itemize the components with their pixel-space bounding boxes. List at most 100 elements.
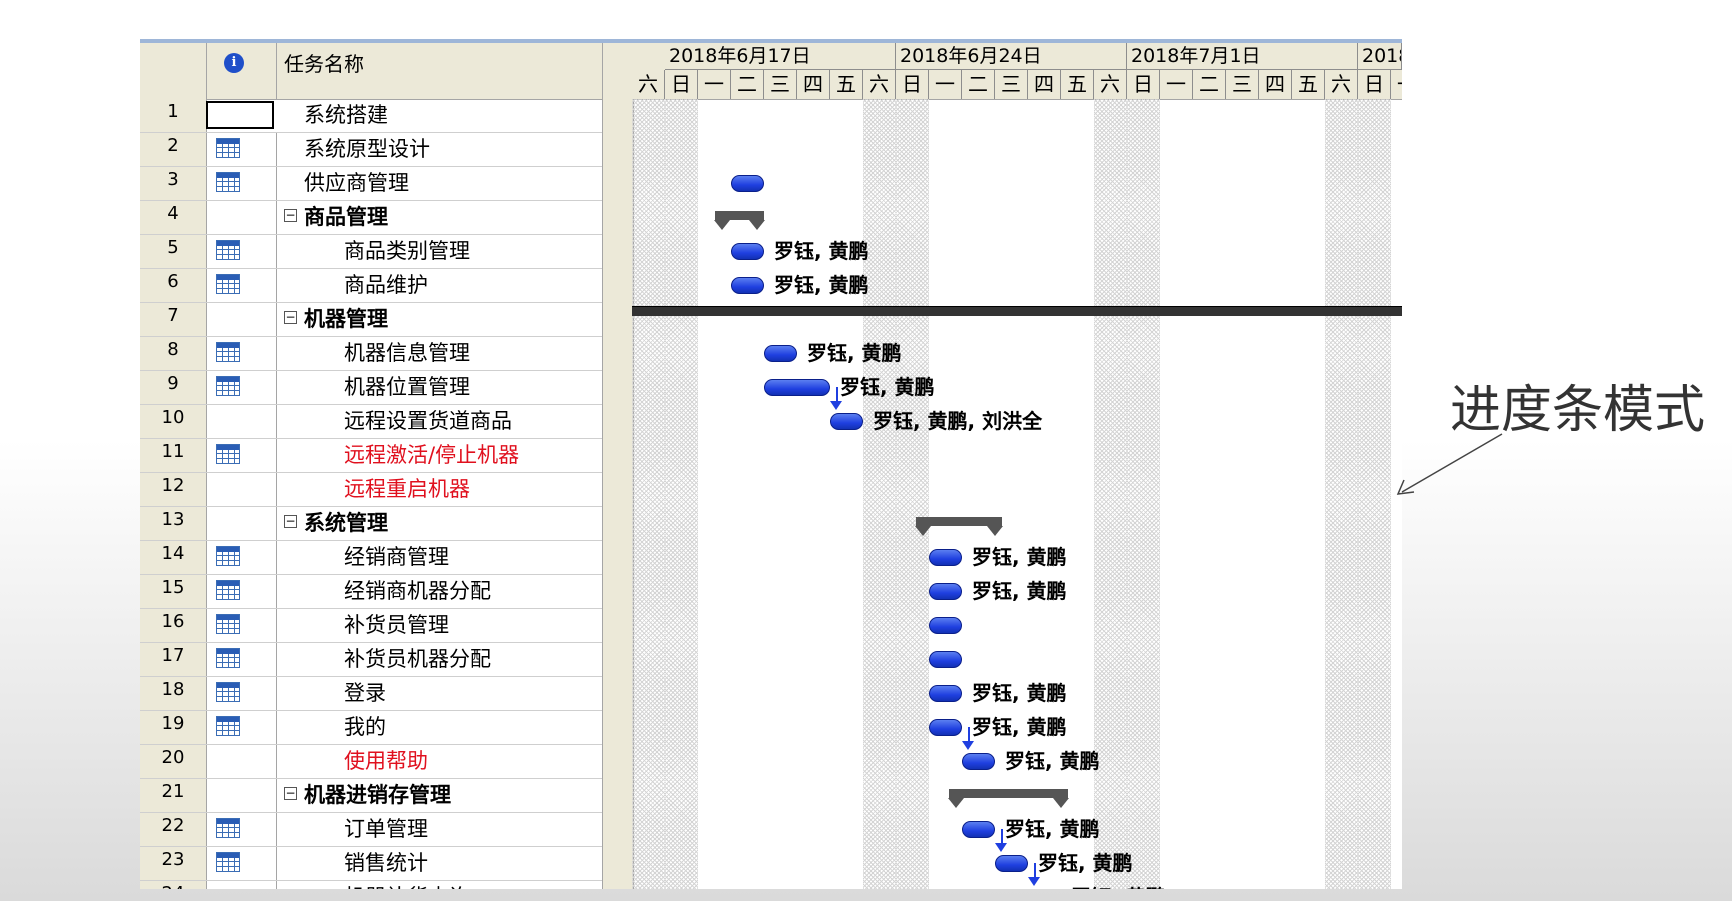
task-bar[interactable] [929,719,962,736]
task-bar[interactable] [962,753,995,770]
row-number[interactable]: 2 [140,133,207,166]
task-name[interactable]: 登录 [344,677,386,710]
indicator-cell[interactable] [206,813,277,846]
task-name-column-header[interactable]: 任务名称 [284,48,364,77]
table-row[interactable]: 19 我的 [140,711,602,745]
indicator-cell[interactable] [206,269,277,302]
task-bar[interactable] [929,549,962,566]
table-row[interactable]: 21 − 机器进销存管理 [140,779,602,813]
indicator-cell[interactable] [206,133,277,166]
table-row[interactable]: 3 供应商管理 [140,167,602,201]
task-name[interactable]: 供应商管理 [304,167,409,200]
indicator-cell[interactable] [206,745,277,778]
indicator-cell[interactable] [206,711,277,744]
task-name[interactable]: 系统搭建 [304,99,388,132]
task-name[interactable]: 机器信息管理 [344,337,470,370]
task-bar[interactable] [764,379,830,396]
row-number[interactable]: 10 [140,405,207,438]
table-row[interactable]: 6 商品维护 [140,269,602,303]
table-row[interactable]: 9 机器位置管理 [140,371,602,405]
table-row[interactable]: 13 − 系统管理 [140,507,602,541]
task-name[interactable]: 我的 [344,711,386,744]
task-name[interactable]: 经销商机器分配 [344,575,491,608]
row-number[interactable]: 9 [140,371,207,404]
indicator-cell[interactable] [206,779,277,812]
row-number[interactable]: 11 [140,439,207,472]
task-bar[interactable] [995,855,1028,872]
row-number[interactable]: 1 [140,99,207,132]
task-name[interactable]: 经销商管理 [344,541,449,574]
table-row[interactable]: 22 订单管理 [140,813,602,847]
task-name[interactable]: 补货员管理 [344,609,449,642]
indicators-column-header[interactable]: i [206,43,277,99]
task-name[interactable]: 商品类别管理 [344,235,470,268]
row-number[interactable]: 18 [140,677,207,710]
table-row[interactable]: 23 销售统计 [140,847,602,881]
indicator-cell[interactable] [206,847,277,880]
task-bar[interactable] [764,345,797,362]
summary-bar[interactable] [914,517,1003,536]
table-row[interactable]: 11 远程激活/停止机器 [140,439,602,473]
table-row[interactable]: 8 机器信息管理 [140,337,602,371]
table-row[interactable]: 17 补货员机器分配 [140,643,602,677]
row-number[interactable]: 8 [140,337,207,370]
task-name[interactable]: 补货员机器分配 [344,643,491,676]
indicator-cell[interactable] [206,609,277,642]
indicator-cell[interactable] [206,541,277,574]
indicator-cell[interactable] [206,337,277,370]
indicator-cell[interactable] [206,473,277,506]
row-number[interactable]: 14 [140,541,207,574]
indicator-cell[interactable] [206,677,277,710]
table-row[interactable]: 4 − 商品管理 [140,201,602,235]
row-number[interactable]: 12 [140,473,207,506]
task-name[interactable]: 使用帮助 [344,745,428,778]
table-row[interactable]: 5 商品类别管理 [140,235,602,269]
table-row[interactable]: 20 使用帮助 [140,745,602,779]
indicator-cell[interactable] [206,575,277,608]
table-row[interactable]: 24 机器补货查询 [140,881,602,889]
task-name[interactable]: 订单管理 [344,813,428,846]
row-number[interactable]: 16 [140,609,207,642]
selected-indicator-cell[interactable] [206,101,274,129]
row-number[interactable]: 4 [140,201,207,234]
collapse-toggle[interactable]: − [284,311,297,324]
indicator-cell[interactable] [206,235,277,268]
task-bar[interactable] [830,413,863,430]
task-name[interactable]: 机器进销存管理 [304,779,451,812]
task-name[interactable]: 机器位置管理 [344,371,470,404]
row-number[interactable]: 19 [140,711,207,744]
table-row[interactable]: 14 经销商管理 [140,541,602,575]
indicator-cell[interactable] [206,405,277,438]
row-number[interactable]: 17 [140,643,207,676]
summary-bar[interactable] [713,211,765,230]
pane-splitter[interactable] [602,43,634,889]
indicator-cell[interactable] [206,507,277,540]
task-name[interactable]: 商品管理 [304,201,388,234]
id-column-header[interactable] [140,43,207,99]
task-name[interactable]: 机器补货查询 [344,881,470,889]
row-number[interactable]: 23 [140,847,207,880]
row-number[interactable]: 15 [140,575,207,608]
indicator-cell[interactable] [206,167,277,200]
collapse-toggle[interactable]: − [284,209,297,222]
indicator-cell[interactable] [206,201,277,234]
task-name[interactable]: 远程激活/停止机器 [344,439,519,472]
table-row[interactable]: 2 系统原型设计 [140,133,602,167]
row-number[interactable]: 24 [140,881,207,889]
task-name[interactable]: 销售统计 [344,847,428,880]
collapse-toggle[interactable]: − [284,787,297,800]
task-bar[interactable] [929,651,962,668]
row-number[interactable]: 5 [140,235,207,268]
row-number[interactable]: 13 [140,507,207,540]
task-name[interactable]: 远程重启机器 [344,473,470,506]
row-number[interactable]: 3 [140,167,207,200]
task-bar[interactable] [929,617,962,634]
row-number[interactable]: 20 [140,745,207,778]
task-name[interactable]: 系统原型设计 [304,133,430,166]
task-bar[interactable] [731,277,764,294]
indicator-cell[interactable] [206,303,277,336]
task-name[interactable]: 远程设置货道商品 [344,405,512,438]
task-bar[interactable] [962,821,995,838]
row-number[interactable]: 21 [140,779,207,812]
row-number[interactable]: 7 [140,303,207,336]
